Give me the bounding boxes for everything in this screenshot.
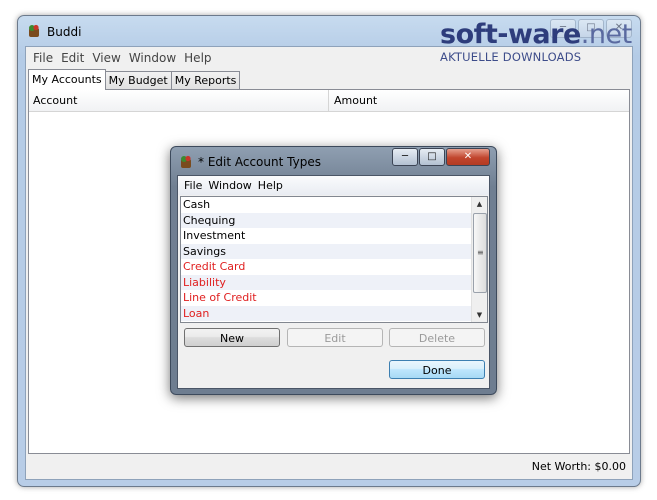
- dialog-client-area: File Window Help Cash Chequing Investmen…: [177, 175, 490, 389]
- dialog-menu-help[interactable]: Help: [255, 179, 286, 192]
- watermark-logo: soft-ware.net: [440, 20, 640, 50]
- accounts-table-header: Account Amount: [29, 90, 629, 112]
- menu-edit[interactable]: Edit: [57, 51, 88, 65]
- minimize-icon: ─: [401, 151, 409, 162]
- list-item[interactable]: Liability: [181, 274, 471, 290]
- dialog-title: * Edit Account Types: [198, 155, 321, 169]
- watermark-logo-thin: .net: [580, 19, 632, 50]
- edit-account-types-dialog: * Edit Account Types ─ □ ✕ File Window H…: [170, 146, 497, 395]
- buddi-app-icon: [29, 24, 39, 37]
- dialog-menu-file[interactable]: File: [181, 179, 205, 192]
- tab-my-accounts[interactable]: My Accounts: [28, 69, 106, 90]
- watermark-logo-bold: soft-ware: [440, 19, 581, 50]
- buddi-app-icon: [181, 155, 191, 168]
- menu-view[interactable]: View: [88, 51, 124, 65]
- scroll-up-icon[interactable]: ▲: [472, 197, 487, 211]
- watermark-tagline: AKTUELLE DOWNLOADS: [440, 50, 582, 64]
- new-button[interactable]: New: [184, 328, 280, 347]
- maximize-icon: □: [427, 151, 437, 162]
- column-header-account[interactable]: Account: [29, 90, 329, 111]
- column-header-amount[interactable]: Amount: [329, 90, 629, 111]
- menu-file[interactable]: File: [29, 51, 57, 65]
- account-types-items: Cash Chequing Investment Savings Credit …: [181, 197, 471, 321]
- dialog-window-controls: ─ □ ✕: [392, 148, 490, 166]
- account-types-list[interactable]: Cash Chequing Investment Savings Credit …: [180, 196, 488, 323]
- list-item[interactable]: Savings: [181, 243, 471, 259]
- watermark: soft-ware.net AKTUELLE DOWNLOADS: [440, 20, 640, 65]
- window-title: Buddi: [47, 25, 82, 39]
- list-item[interactable]: Line of Credit: [181, 290, 471, 306]
- edit-button[interactable]: Edit: [287, 328, 383, 347]
- tab-my-budget[interactable]: My Budget: [104, 71, 172, 89]
- dialog-menubar: File Window Help: [178, 176, 489, 195]
- status-bar: Net Worth: $0.00: [26, 454, 632, 479]
- list-item[interactable]: Investment: [181, 228, 471, 244]
- list-item[interactable]: Cash: [181, 197, 471, 213]
- dialog-maximize-button[interactable]: □: [419, 148, 445, 166]
- scroll-down-icon[interactable]: ▼: [472, 308, 487, 322]
- tab-my-reports[interactable]: My Reports: [170, 71, 241, 89]
- dialog-close-button[interactable]: ✕: [446, 148, 490, 166]
- dialog-menu-window[interactable]: Window: [205, 179, 254, 192]
- close-icon: ✕: [463, 151, 473, 162]
- dialog-minimize-button[interactable]: ─: [392, 148, 418, 166]
- list-vertical-scrollbar[interactable]: ▲ ≡ ▼: [471, 197, 487, 322]
- list-item[interactable]: Chequing: [181, 212, 471, 228]
- done-button[interactable]: Done: [389, 360, 485, 379]
- list-item[interactable]: Credit Card: [181, 259, 471, 275]
- grip-icon: ≡: [477, 248, 484, 257]
- scrollbar-thumb[interactable]: ≡: [473, 213, 487, 293]
- delete-button[interactable]: Delete: [389, 328, 485, 347]
- list-item[interactable]: Loan: [181, 305, 471, 321]
- menu-help[interactable]: Help: [180, 51, 215, 65]
- tab-strip: My Accounts My Budget My Reports: [28, 69, 241, 90]
- menu-window[interactable]: Window: [125, 51, 180, 65]
- net-worth-label: Net Worth: $0.00: [531, 460, 626, 473]
